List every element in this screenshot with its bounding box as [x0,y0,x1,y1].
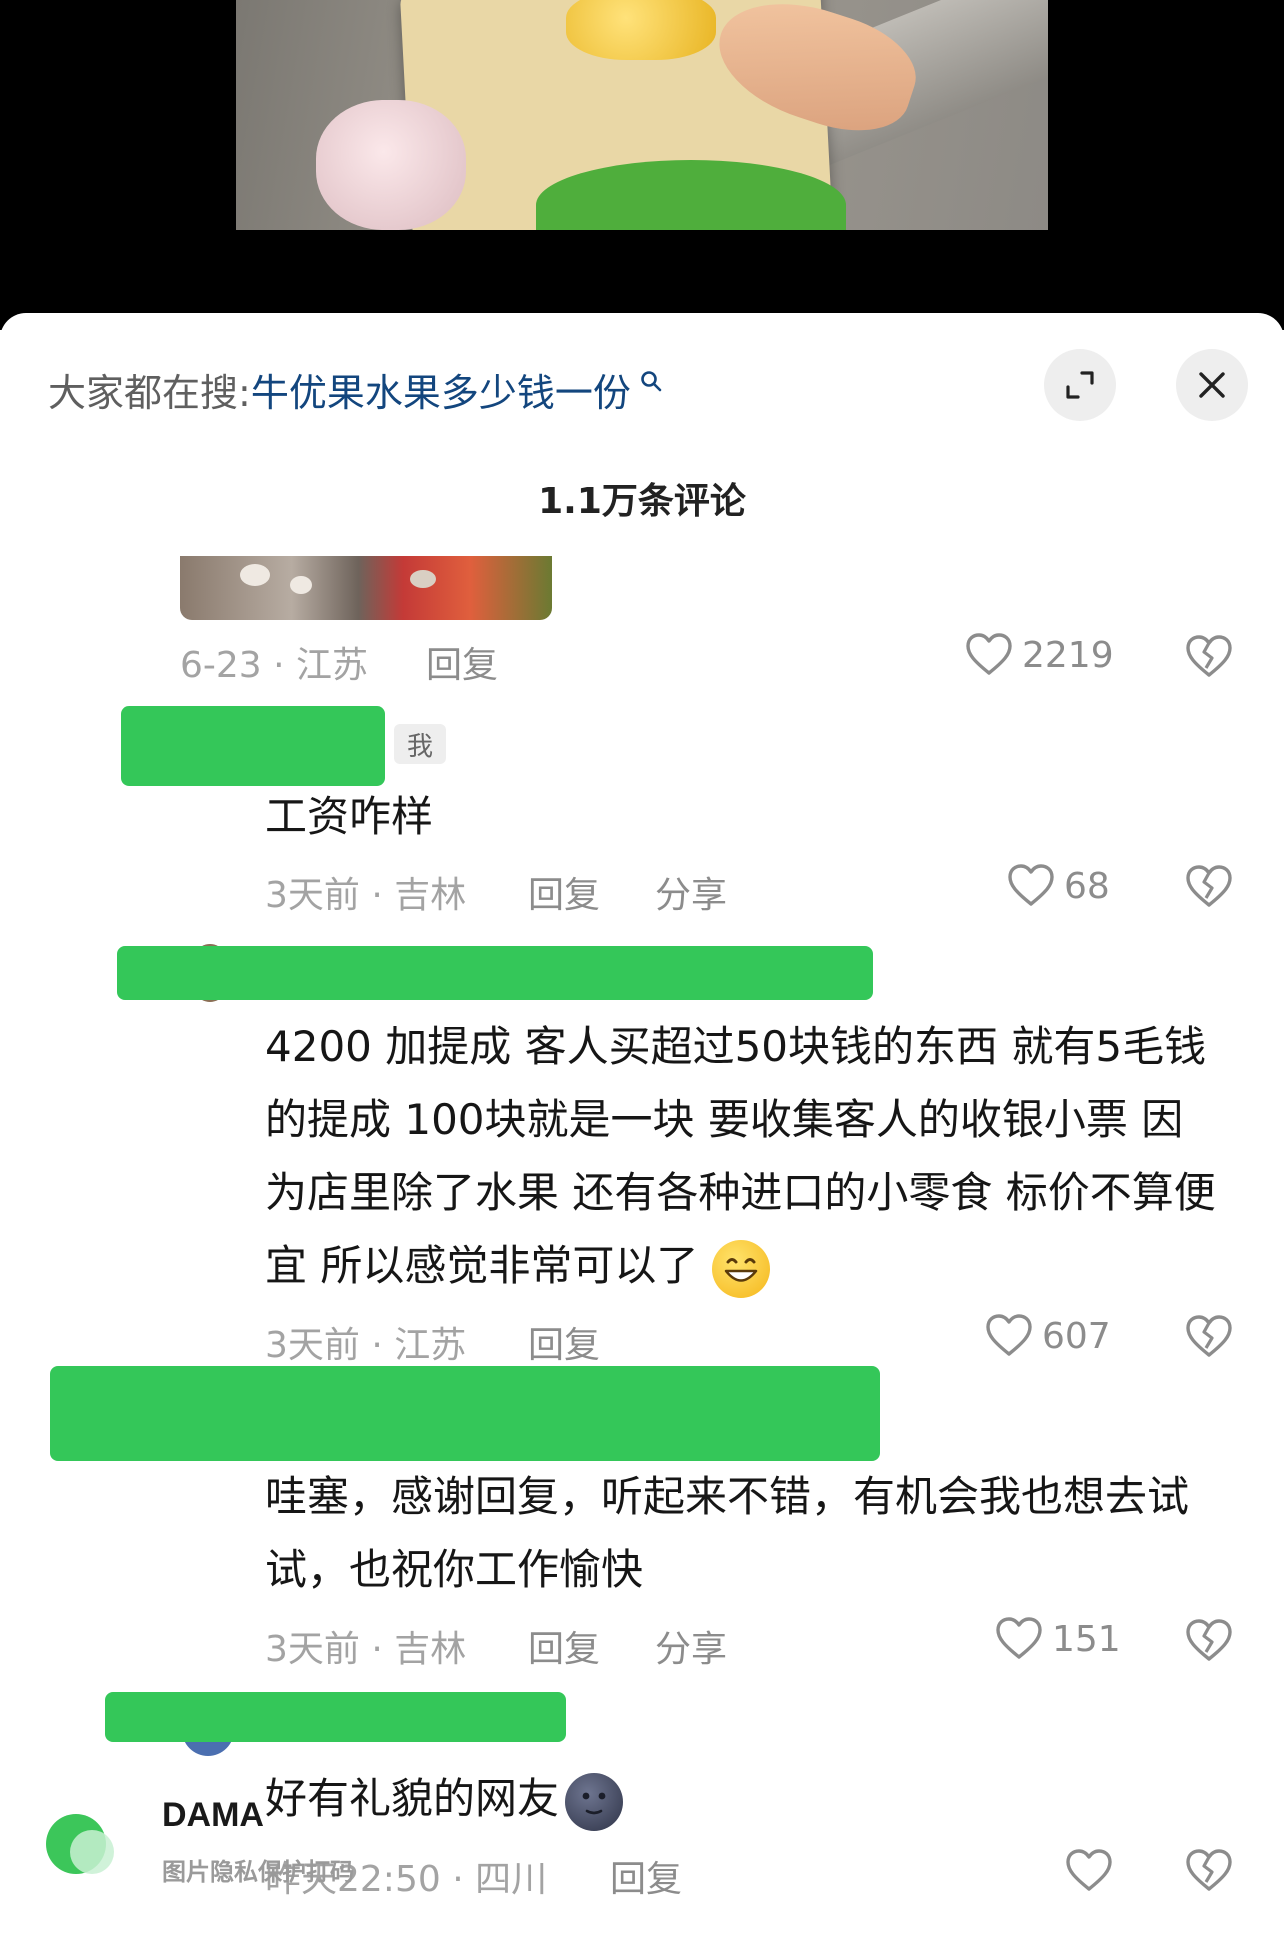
share-button[interactable]: 分享 [655,866,727,918]
broken-heart-icon[interactable] [1184,1616,1234,1666]
share-button[interactable]: 分享 [655,1620,727,1672]
broken-heart-icon[interactable] [1184,632,1234,682]
expand-button[interactable] [1044,349,1116,421]
like-count: 68 [1064,865,1110,907]
grinning-emoji [712,1239,771,1298]
watermark-logo-icon [46,1814,114,1874]
heart-outline-icon [966,633,1012,675]
reply-button[interactable]: 回复 [610,1850,682,1902]
search-suggestion-prefix: 大家都在搜: [48,371,251,415]
comment-meta: 3天前 · 吉林 [265,875,467,916]
search-suggestion-term[interactable]: 牛优果水果多少钱一份 [251,371,631,415]
video-frame [236,0,1048,230]
like-button[interactable]: 151 [994,1614,1121,1664]
broken-heart-icon[interactable] [1184,862,1234,912]
search-icon [633,370,663,398]
like-button[interactable] [1064,1846,1122,1896]
comment-text: 工资咋样 [265,792,434,841]
like-count: 151 [1052,1618,1121,1660]
heart-outline-icon [1008,864,1054,906]
close-icon [1199,372,1225,398]
watermark-brand: DAMA [162,1796,264,1834]
heart-outline-icon [1066,1849,1112,1891]
redacted-username [50,1366,880,1461]
reply-button[interactable]: 回复 [528,866,600,918]
broken-heart-icon[interactable] [1184,1846,1234,1896]
comment-text: 4200 加提成 客人买超过50块钱的东西 就有5毛钱的提成 100块就是一块 … [265,1010,1225,1302]
like-count: 2219 [1022,634,1114,676]
redacted-username [121,706,385,786]
new-moon-face-emoji [565,1772,624,1831]
video-player[interactable] [0,0,1284,330]
search-suggestion[interactable]: 大家都在搜:牛优果水果多少钱一份 [48,362,662,417]
comment-text-body: 好有礼貌的网友 [265,1774,560,1823]
like-count: 607 [1042,1315,1111,1357]
comment-text: 好有礼貌的网友 [265,1762,624,1835]
heart-outline-icon [996,1617,1042,1659]
redacted-username [117,946,873,1000]
author-badge: 我 [394,724,446,764]
reply-button[interactable]: 回复 [528,1620,600,1672]
like-button[interactable]: 2219 [964,630,1114,680]
comment-text: 哇塞，感谢回复，听起来不错，有机会我也想去试试，也祝你工作愉快 [265,1472,1190,1594]
reply-button[interactable]: 回复 [528,1316,600,1368]
watermark-caption: 图片隐私保护打码 [162,1858,354,1886]
video-scene-gloved-hand [316,100,466,230]
expand-icon [1066,371,1094,399]
reply-button[interactable]: 回复 [426,636,498,688]
redacted-username [105,1692,566,1742]
comment-image[interactable] [180,556,552,620]
like-button[interactable]: 607 [984,1311,1111,1361]
video-scene-fruit [566,0,716,60]
comment-meta: 3天前 · 江苏 [265,1325,467,1366]
like-button[interactable]: 68 [1006,861,1110,911]
comment-meta: 6-23 · 江苏 [180,645,369,686]
comment-count-title: 1.1万条评论 [538,481,746,522]
comment-meta: 3天前 · 吉林 [265,1629,467,1670]
heart-outline-icon [986,1314,1032,1356]
broken-heart-icon[interactable] [1184,1312,1234,1362]
close-button[interactable] [1176,349,1248,421]
